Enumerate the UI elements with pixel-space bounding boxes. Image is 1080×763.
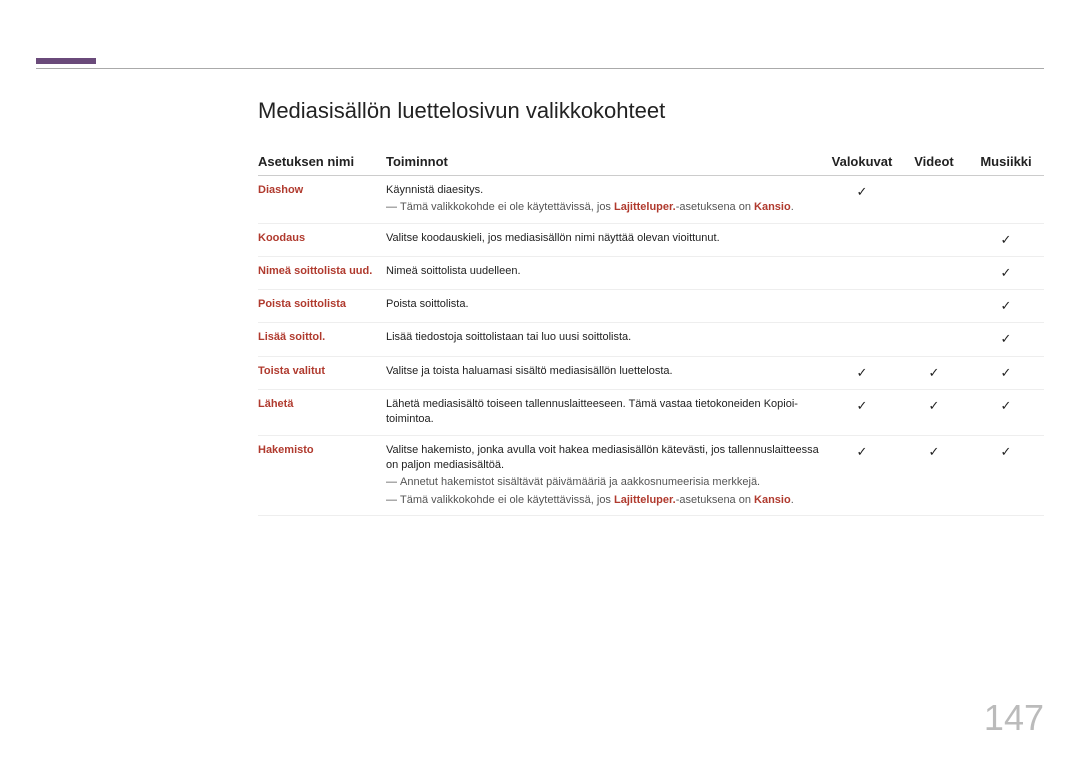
col-header-photos: Valokuvat [828, 148, 900, 176]
note-text: Tämä valikkokohde ei ole käytettävissä, … [400, 494, 614, 506]
note-text: . [791, 201, 794, 213]
note-text: -asetuksena on [676, 494, 754, 506]
check-videos [900, 176, 972, 224]
setting-name: Lähetä [258, 389, 386, 435]
setting-functions: Valitse ja toista haluamasi sisältö medi… [386, 356, 828, 389]
table-row: Koodaus Valitse koodauskieli, jos medias… [258, 223, 1044, 256]
note-highlight: Lajitteluper. [614, 494, 676, 506]
note-highlight: Kansio [754, 201, 791, 213]
table-row: Lisää soittol. Lisää tiedostoja soittoli… [258, 323, 1044, 356]
page-number: 147 [984, 697, 1044, 739]
function-main-text: Lisää tiedostoja soittolistaan tai luo u… [386, 330, 824, 345]
check-videos: ✓ [900, 356, 972, 389]
function-main-text: Valitse koodauskieli, jos mediasisällön … [386, 231, 824, 246]
check-music: ✓ [972, 323, 1044, 356]
check-photos [828, 290, 900, 323]
check-videos: ✓ [900, 435, 972, 516]
table-row: Lähetä Lähetä mediasisältö toiseen talle… [258, 389, 1044, 435]
check-music: ✓ [972, 223, 1044, 256]
setting-name: Nimeä soittolista uud. [258, 256, 386, 289]
function-note: Tämä valikkokohde ei ole käytettävissä, … [386, 493, 824, 508]
check-videos [900, 256, 972, 289]
table-row: Hakemisto Valitse hakemisto, jonka avull… [258, 435, 1044, 516]
setting-functions: Lisää tiedostoja soittolistaan tai luo u… [386, 323, 828, 356]
setting-functions: Valitse hakemisto, jonka avulla voit hak… [386, 435, 828, 516]
col-header-functions: Toiminnot [386, 148, 828, 176]
table-row: Poista soittolista Poista soittolista. ✓ [258, 290, 1044, 323]
check-music: ✓ [972, 356, 1044, 389]
setting-name: Hakemisto [258, 435, 386, 516]
check-videos [900, 323, 972, 356]
header-accent-bar [36, 58, 96, 64]
check-music [972, 176, 1044, 224]
col-header-videos: Videot [900, 148, 972, 176]
function-note: Tämä valikkokohde ei ole käytettävissä, … [386, 200, 824, 215]
section-title: Mediasisällön luettelosivun valikkokohte… [258, 98, 1044, 124]
table-row: Toista valitut Valitse ja toista haluama… [258, 356, 1044, 389]
setting-functions: Valitse koodauskieli, jos mediasisällön … [386, 223, 828, 256]
function-main-text: Poista soittolista. [386, 297, 824, 312]
setting-name: Koodaus [258, 223, 386, 256]
function-main-text: Lähetä mediasisältö toiseen tallennuslai… [386, 397, 824, 428]
function-main-text: Nimeä soittolista uudelleen. [386, 264, 824, 279]
check-photos: ✓ [828, 356, 900, 389]
setting-name: Poista soittolista [258, 290, 386, 323]
check-music: ✓ [972, 389, 1044, 435]
check-videos: ✓ [900, 389, 972, 435]
setting-name: Toista valitut [258, 356, 386, 389]
note-highlight: Kansio [754, 494, 791, 506]
settings-table: Asetuksen nimi Toiminnot Valokuvat Video… [258, 148, 1044, 516]
check-photos [828, 323, 900, 356]
check-photos: ✓ [828, 389, 900, 435]
function-main-text: Valitse ja toista haluamasi sisältö medi… [386, 364, 824, 379]
function-main-text: Käynnistä diaesitys. [386, 183, 824, 198]
table-body: Diashow Käynnistä diaesitys. Tämä valikk… [258, 176, 1044, 516]
check-videos [900, 223, 972, 256]
table-row: Nimeä soittolista uud. Nimeä soittolista… [258, 256, 1044, 289]
function-main-text: Valitse hakemisto, jonka avulla voit hak… [386, 443, 824, 474]
check-photos [828, 256, 900, 289]
setting-name: Diashow [258, 176, 386, 224]
col-header-name: Asetuksen nimi [258, 148, 386, 176]
setting-functions: Lähetä mediasisältö toiseen tallennuslai… [386, 389, 828, 435]
check-photos: ✓ [828, 435, 900, 516]
header-rule [36, 68, 1044, 69]
note-highlight: Lajitteluper. [614, 201, 676, 213]
check-photos: ✓ [828, 176, 900, 224]
check-music: ✓ [972, 435, 1044, 516]
check-music: ✓ [972, 256, 1044, 289]
setting-functions: Nimeä soittolista uudelleen. [386, 256, 828, 289]
note-text: Tämä valikkokohde ei ole käytettävissä, … [400, 201, 614, 213]
check-music: ✓ [972, 290, 1044, 323]
page-content: Mediasisällön luettelosivun valikkokohte… [258, 98, 1044, 516]
setting-functions: Poista soittolista. [386, 290, 828, 323]
note-text: -asetuksena on [676, 201, 754, 213]
table-row: Diashow Käynnistä diaesitys. Tämä valikk… [258, 176, 1044, 224]
setting-name: Lisää soittol. [258, 323, 386, 356]
check-photos [828, 223, 900, 256]
setting-functions: Käynnistä diaesitys. Tämä valikkokohde e… [386, 176, 828, 224]
note-text: . [791, 494, 794, 506]
check-videos [900, 290, 972, 323]
function-note-simple: Annetut hakemistot sisältävät päivämääri… [386, 475, 824, 490]
col-header-music: Musiikki [972, 148, 1044, 176]
